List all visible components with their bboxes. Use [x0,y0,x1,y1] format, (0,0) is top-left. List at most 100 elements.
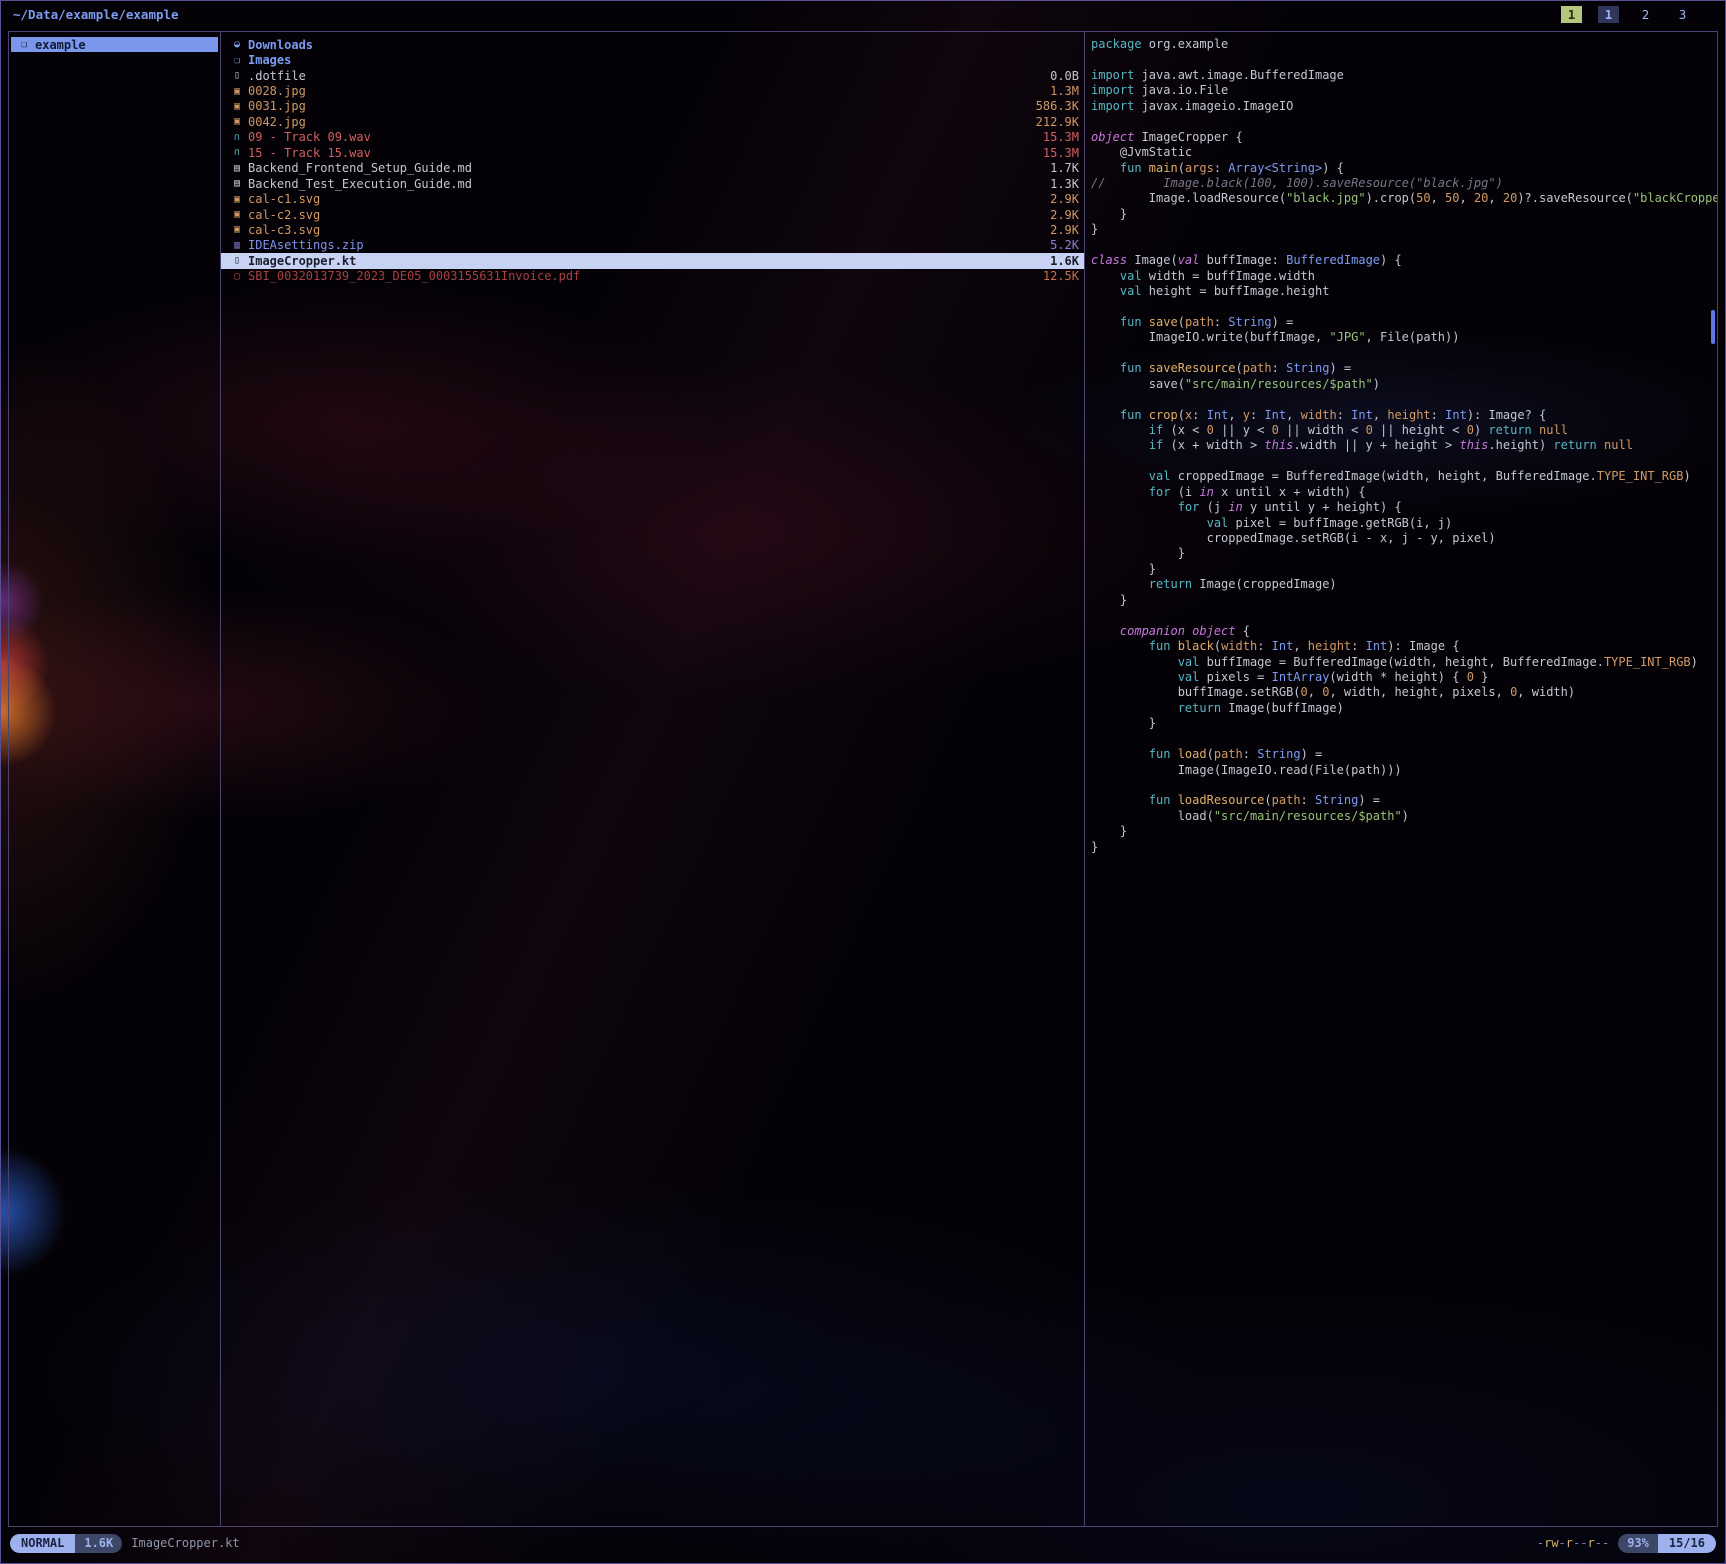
file-size: 0.0B [1042,69,1079,83]
file-row[interactable]: ▣cal-c2.svg2.9K [221,207,1084,222]
status-bar: NORMAL1.6K ImageCropper.kt -rw-r--r-- 93… [8,1534,1718,1555]
code-line: save("src/main/resources/$path") [1091,377,1717,392]
code-line [1091,392,1717,407]
file-row[interactable]: ▣0042.jpg212.9K [221,114,1084,129]
panes-container: ❏example ◒Downloads❏Images▯.dotfile0.0B▣… [8,31,1718,1527]
code-line [1091,114,1717,129]
file-name: 0028.jpg [248,84,306,98]
zip-icon: ▥ [234,240,248,251]
code-line: Image(ImageIO.read(File(path))) [1091,763,1717,778]
file-row[interactable]: ▯.dotfile0.0B [221,68,1084,83]
hovered-filename: ImageCropper.kt [131,1534,239,1553]
code-line: fun save(path: String) = [1091,315,1717,330]
code-line: } [1091,562,1717,577]
file-name: 0031.jpg [248,99,306,113]
file-row[interactable]: ▣0028.jpg1.3M [221,83,1084,98]
mode-pill: NORMAL1.6K [10,1534,122,1553]
code-line: import java.awt.image.BufferedImage [1091,68,1717,83]
tab-3[interactable]: 2 [1635,6,1656,23]
file-row[interactable]: ∩09 - Track 09.wav 15.3M [221,130,1084,145]
file-row[interactable]: ❏Images [221,52,1084,67]
file-row[interactable]: ▤Backend_Test_Execution_Guide.md1.3K [221,176,1084,191]
file-name: ImageCropper.kt [248,254,356,268]
file-row[interactable]: ▣cal-c3.svg2.9K [221,222,1084,237]
image-icon: ▣ [234,101,248,112]
code-line [1091,299,1717,314]
code-line [1091,732,1717,747]
top-bar: ~/Data/example/example 1123 [1,1,1725,30]
file-name: cal-c3.svg [248,223,320,237]
file-size: 1.6K [1042,254,1079,268]
code-line: if (x < 0 || y < 0 || width < 0 || heigh… [1091,423,1717,438]
file-size: 2.9K [1042,192,1079,206]
file-row[interactable]: ▥IDEAsettings.zip5.2K [221,238,1084,253]
code-line: ImageIO.write(buffImage, "JPG", File(pat… [1091,330,1717,345]
code-line [1091,608,1717,623]
file-size: 12.5K [1035,269,1079,283]
code-line: } [1091,207,1717,222]
file-name: example [35,38,86,52]
code-preview: package org.example import java.awt.image… [1085,32,1717,855]
markdown-icon: ▤ [234,163,248,174]
file-name: 09 - Track 09.wav [248,130,371,144]
code-line: fun load(path: String) = [1091,747,1717,762]
file-row[interactable]: ▢SBI_0032013739_2023_DE05_0003155631Invo… [221,269,1084,284]
code-line: val width = buffImage.width [1091,269,1717,284]
preview-pane: package org.example import java.awt.image… [1085,32,1717,1526]
code-line: for (i in x until x + width) { [1091,485,1717,500]
code-line: return Image(buffImage) [1091,701,1717,716]
code-line [1091,778,1717,793]
file-name: cal-c2.svg [248,208,320,222]
cursor-position-badge: 15/16 [1658,1534,1716,1553]
file-row[interactable]: ❏example [11,37,218,52]
file-size: 1.3K [1042,177,1079,191]
code-line: fun crop(x: Int, y: Int, width: Int, hei… [1091,408,1717,423]
image-icon: ▣ [234,116,248,127]
audio-icon: ∩ [234,132,248,143]
file-row[interactable]: ▣0031.jpg586.3K [221,99,1084,114]
file-row[interactable]: ▣cal-c1.svg2.9K [221,191,1084,206]
file-size: 5.2K [1042,238,1079,252]
file-name: Backend_Frontend_Setup_Guide.md [248,161,472,175]
file-row[interactable]: ▤Backend_Frontend_Setup_Guide.md1.7K [221,161,1084,176]
tab-4[interactable]: 3 [1672,6,1693,23]
position-pill: 93%15/16 [1618,1534,1716,1553]
file-row[interactable]: ∩15 - Track 15.wav15.3M [221,145,1084,160]
permissions-label: -rw-r--r-- [1537,1534,1609,1553]
code-line: fun main(args: Array<String>) { [1091,161,1717,176]
code-line: companion object { [1091,624,1717,639]
code-line: } [1091,546,1717,561]
file-name: SBI_0032013739_2023_DE05_0003155631Invoi… [248,269,580,283]
mode-badge: NORMAL [10,1534,75,1553]
folder-icon: ❏ [21,39,35,50]
parent-pane: ❏example [9,32,220,1526]
file-icon: ▯ [234,255,248,266]
file-size: 15.3M [1035,130,1079,144]
code-line: fun loadResource(path: String) = [1091,793,1717,808]
file-row[interactable]: ▯ImageCropper.kt 1.6K [221,253,1084,268]
preview-scrollbar-thumb[interactable] [1711,310,1715,344]
code-line: if (x + width > this.width || y + height… [1091,438,1717,453]
audio-icon: ∩ [234,147,248,158]
current-pane: ◒Downloads❏Images▯.dotfile0.0B▣0028.jpg1… [221,32,1084,1526]
file-size: 15.3M [1035,146,1079,160]
file-name: Images [248,53,291,67]
code-line: // Image.black(100, 100).saveResource("b… [1091,176,1717,191]
code-line: val buffImage = BufferedImage(width, hei… [1091,655,1717,670]
code-line: } [1091,716,1717,731]
tab-2[interactable]: 1 [1598,6,1619,23]
folder-icon: ❏ [234,55,248,66]
file-row[interactable]: ◒Downloads [221,37,1084,52]
code-line: @JvmStatic [1091,145,1717,160]
file-icon: ▯ [234,70,248,81]
image-icon: ▣ [234,86,248,97]
code-line: import javax.imageio.ImageIO [1091,99,1717,114]
code-line: val height = buffImage.height [1091,284,1717,299]
code-line: object ImageCropper { [1091,130,1717,145]
code-line: package org.example [1091,37,1717,52]
code-line: } [1091,824,1717,839]
file-size: 212.9K [1028,115,1079,129]
tab-1[interactable]: 1 [1561,6,1582,23]
code-line [1091,346,1717,361]
scroll-percent-badge: 93% [1618,1534,1658,1553]
